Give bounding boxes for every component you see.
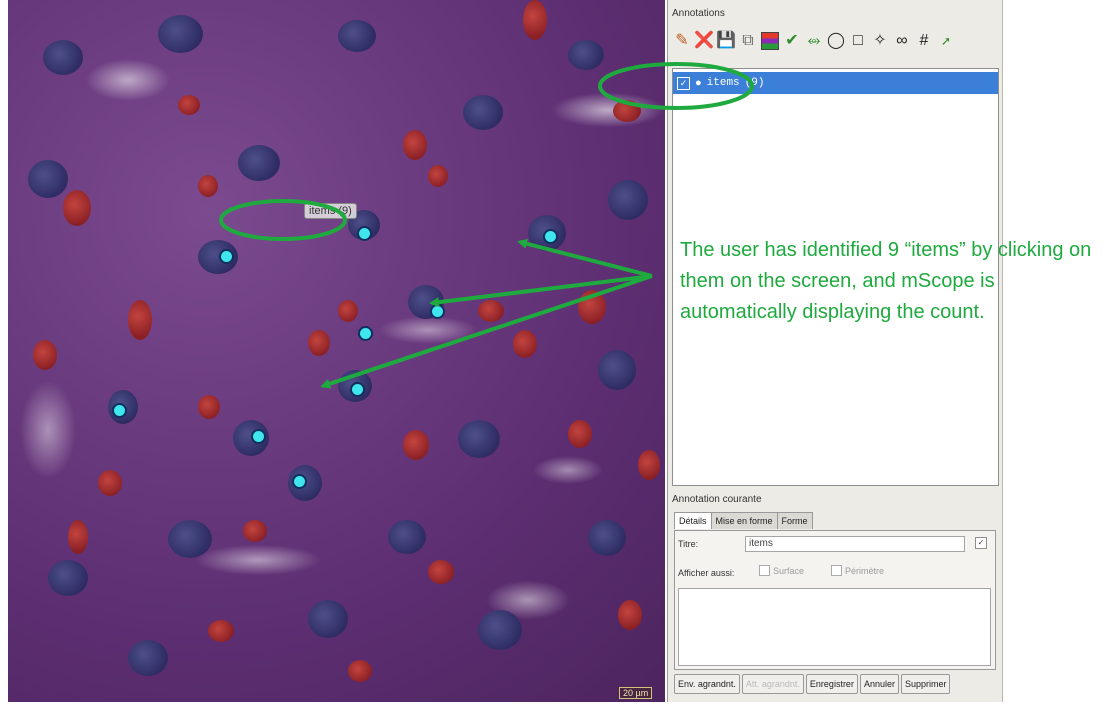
layer-highlight-ellipse bbox=[598, 62, 754, 110]
callout-arrow bbox=[517, 238, 653, 278]
annotation-overlay bbox=[219, 62, 754, 389]
callout-arrow bbox=[429, 274, 653, 308]
tooltip-highlight-ellipse bbox=[219, 199, 347, 241]
callout-text: The user has identified 9 “items” by cli… bbox=[680, 239, 1092, 323]
callout-arrow bbox=[320, 274, 653, 389]
